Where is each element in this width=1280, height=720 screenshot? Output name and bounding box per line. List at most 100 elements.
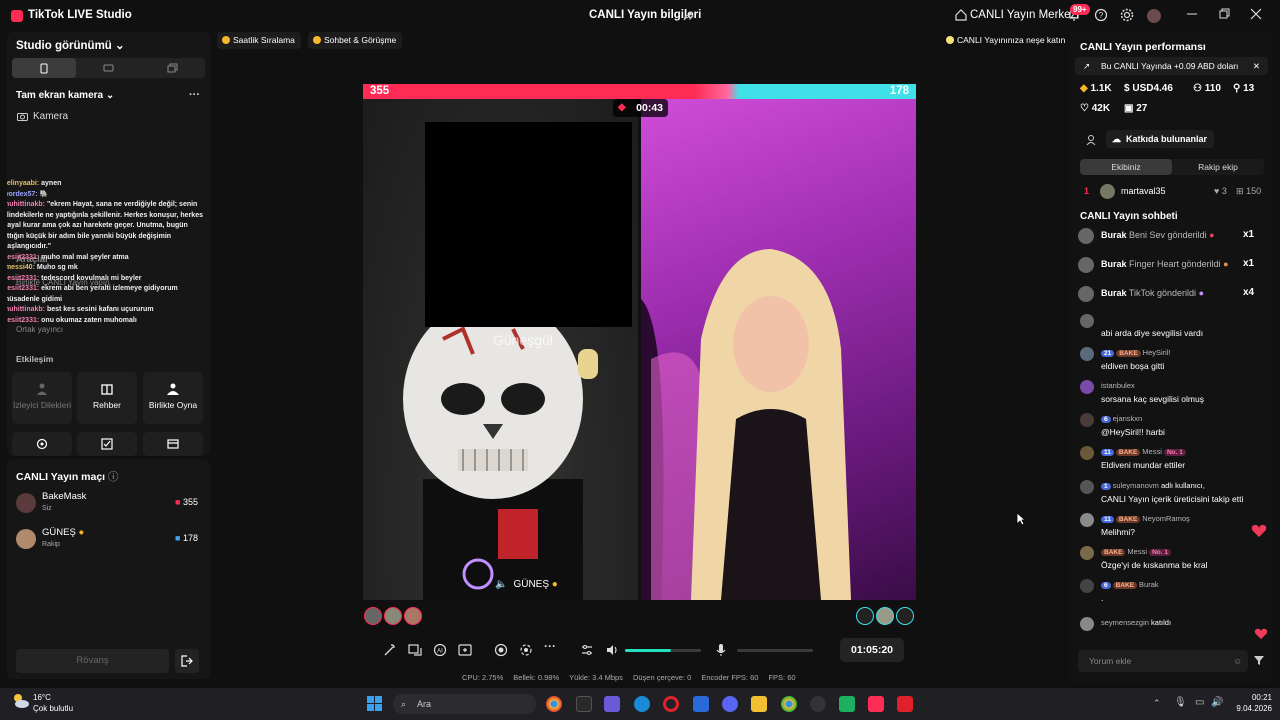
add-user-icon[interactable]	[1086, 134, 1098, 146]
windows-start-icon[interactable]	[367, 696, 383, 712]
network-icon[interactable]: ▭	[1195, 697, 1204, 708]
chat-suffix: adlı kullanıcı,	[1161, 481, 1205, 490]
discord-icon[interactable]	[722, 696, 738, 712]
chat-username: Messi	[1127, 547, 1148, 556]
ai-icon[interactable]: AI	[433, 643, 447, 657]
co-host-item[interactable]: Ortak yayıncı	[16, 325, 63, 334]
battle-icon: ◆	[618, 102, 626, 113]
quiz-tile[interactable]	[12, 432, 72, 456]
chat-message-text: .	[1101, 593, 1104, 603]
youtube-icon[interactable]	[897, 696, 913, 712]
level-badge: 6	[1101, 582, 1111, 589]
mixer-icon[interactable]	[580, 643, 594, 657]
effects-icon[interactable]	[408, 643, 422, 657]
tiktok-studio-icon[interactable]	[868, 696, 884, 712]
taskview-icon[interactable]	[576, 696, 592, 712]
gifter-avatar[interactable]	[384, 607, 402, 625]
gifter-avatar[interactable]	[856, 607, 874, 625]
chrome-icon[interactable]	[546, 696, 562, 712]
microphone-tray-icon[interactable]: 🎙	[1174, 697, 1187, 708]
top-contributor-row[interactable]: 1 martaval35 ♥ 3 ⊞ 150	[1080, 184, 1266, 200]
overlay-chat-user: besiit2331:	[7, 285, 40, 292]
mail-icon[interactable]	[693, 696, 709, 712]
speaker-icon[interactable]: 🔈	[495, 579, 507, 590]
gifter-avatar[interactable]	[876, 607, 894, 625]
home-icon[interactable]	[954, 8, 970, 24]
help-icon[interactable]: ?	[1094, 8, 1110, 24]
filter-icon[interactable]	[1253, 654, 1265, 666]
overlay-chat-user: lmessi40:	[7, 264, 35, 271]
upload-stat: Yükle: 3.4 Mbps	[569, 673, 623, 682]
gift-description: Beni Sev gönderildi	[1129, 230, 1207, 240]
close-icon[interactable]: ✕	[1253, 57, 1260, 75]
speaker-volume-slider[interactable]	[625, 649, 701, 652]
volume-tray-icon[interactable]: 🔊	[1211, 697, 1223, 708]
follower-icon: ⚲	[1233, 83, 1241, 94]
taskbar-search[interactable]: ⌕ Ara	[393, 694, 536, 714]
clock-time[interactable]: 00:21	[1236, 693, 1272, 702]
record-icon[interactable]	[494, 643, 508, 657]
portrait-layout-button[interactable]	[12, 58, 76, 78]
whatsapp-icon[interactable]	[839, 696, 855, 712]
box-tile[interactable]	[143, 432, 203, 456]
maximize-icon[interactable]	[1218, 8, 1234, 24]
chat-header: 11 BAKE NeyomRamoş	[1101, 514, 1190, 523]
edge-icon[interactable]	[634, 696, 650, 712]
close-icon[interactable]	[1250, 8, 1266, 24]
overlay-chat-text: tedescord kovulmalı mi beyler	[41, 274, 142, 282]
level-badge: 6	[1101, 416, 1111, 423]
camera-source-item[interactable]: Kamera	[33, 111, 68, 122]
cloud-icon[interactable]	[12, 693, 30, 709]
match-row-self: BakeMask Siz ■ 355	[16, 491, 202, 519]
emoji-icon[interactable]: ☺	[1233, 650, 1242, 672]
magic-wand-icon[interactable]	[383, 643, 397, 657]
opera-icon[interactable]	[663, 696, 679, 712]
contributors-button[interactable]: ☁ Katkıda bulunanlar	[1106, 130, 1215, 148]
gifter-avatar[interactable]	[404, 607, 422, 625]
gifter-avatar[interactable]	[364, 607, 382, 625]
add-source-icon[interactable]	[458, 643, 472, 657]
settings-gear-icon[interactable]	[1120, 8, 1136, 24]
overlay-chat-line: muhittinakb: best kes sesini kafanı uçur…	[7, 305, 208, 316]
dual-layout-button[interactable]	[140, 58, 204, 78]
more-options-icon[interactable]: ···	[189, 89, 200, 101]
live-match-label: CANLI Yayın maçı	[16, 471, 106, 483]
minimize-icon[interactable]	[1186, 8, 1202, 24]
avatar	[1080, 347, 1094, 361]
profile-avatar[interactable]	[1147, 9, 1161, 23]
tab-your-team[interactable]: Ekibiniz	[1080, 159, 1172, 175]
microphone-icon[interactable]	[714, 643, 728, 657]
info-icon[interactable]: ⓘ	[108, 471, 119, 483]
guide-tile[interactable]: Rehber	[77, 372, 137, 424]
chat-username: HeySiril!	[1142, 348, 1171, 357]
more-icon[interactable]: ···	[544, 639, 558, 653]
viewer-wishes-tile[interactable]: İzleyici Dilekleri	[12, 372, 72, 424]
live-center-link[interactable]: CANLI Yayın Merkezi	[970, 9, 1079, 21]
chrome-active-icon[interactable]	[781, 696, 797, 712]
folder-icon[interactable]	[751, 696, 767, 712]
landscape-layout-button[interactable]	[76, 58, 140, 78]
gifter-avatar[interactable]	[896, 607, 914, 625]
poll-tile[interactable]	[77, 432, 137, 456]
speaker-icon[interactable]	[605, 643, 619, 657]
steam-icon[interactable]	[810, 696, 826, 712]
rival-name: GÜNEŞ	[42, 527, 76, 538]
hourly-ranking-chip[interactable]: Saatlik Sıralama	[217, 32, 301, 49]
exit-match-button[interactable]	[175, 649, 199, 673]
fire-icon	[222, 36, 230, 44]
play-together-tile[interactable]: Birlikte Oyna	[143, 372, 203, 424]
add-joy-chip[interactable]: CANLI Yayınınıza neşe katın	[941, 32, 1071, 49]
share-icon[interactable]	[682, 10, 694, 22]
tab-rival-team[interactable]: Rakip ekip	[1172, 159, 1264, 175]
tray-chevron-icon[interactable]: ⌃	[1153, 698, 1161, 709]
comment-input[interactable]: Yorum ekle ☺	[1078, 650, 1248, 672]
studio-view-dropdown[interactable]: Studio görünümü ⌄	[16, 38, 125, 52]
clock-date[interactable]: 9.04.2026	[1228, 704, 1272, 713]
mic-volume-slider[interactable]	[737, 649, 813, 652]
rematch-button[interactable]: Rövanş	[16, 649, 169, 673]
live-signal-icon[interactable]	[519, 643, 533, 657]
chat-meet-chip[interactable]: Sohbet & Görüşme	[308, 32, 403, 49]
teams-icon[interactable]	[604, 696, 620, 712]
overlay-chat-user: muhittinakb:	[7, 306, 45, 313]
scene-source-dropdown[interactable]: Tam ekran kamera ⌄	[16, 90, 114, 101]
